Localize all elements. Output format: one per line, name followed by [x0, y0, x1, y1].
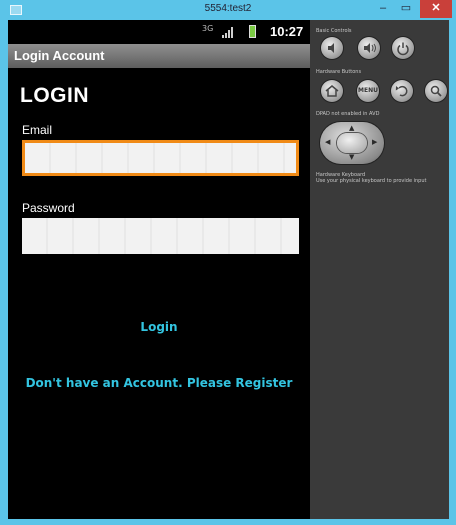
network-type-indicator: 3G [202, 24, 214, 33]
back-button[interactable] [391, 80, 413, 102]
emulator-controls-panel: Basic Controls Hardware Buttons MENU DPA… [310, 20, 449, 519]
basic-controls-label: Basic Controls [316, 28, 352, 34]
dpad-up-icon: ▲ [349, 124, 355, 132]
dpad-control[interactable]: ▲ ▼ ◀ ▶ [320, 122, 384, 164]
action-bar: Login Account [8, 44, 310, 68]
dpad-right-icon: ▶ [372, 138, 378, 146]
hardware-buttons-label: Hardware Buttons [316, 69, 362, 75]
close-button[interactable]: ✕ [420, 0, 452, 18]
volume-up-button[interactable] [358, 37, 380, 59]
maximize-button[interactable]: ▭ [395, 0, 417, 18]
emulator-window: 5554:test2 – ▭ ✕ 3G 10:27 Login Account … [0, 0, 456, 525]
window-titlebar[interactable]: 5554:test2 – ▭ ✕ [0, 0, 456, 20]
power-icon [397, 42, 409, 56]
battery-icon [249, 25, 256, 38]
search-icon [430, 85, 442, 97]
search-button[interactable] [425, 80, 447, 102]
signal-icon [222, 27, 234, 38]
volume-down-icon [328, 43, 334, 53]
volume-down-button[interactable] [321, 37, 343, 59]
page-title: LOGIN [20, 84, 89, 107]
dpad-label: DPAD not enabled in AVD [316, 111, 380, 117]
menu-button[interactable]: MENU [357, 80, 379, 102]
login-link[interactable]: Login [8, 320, 310, 334]
dpad-down-icon: ▼ [349, 153, 355, 161]
volume-up-icon [364, 43, 376, 53]
password-field[interactable] [22, 218, 299, 254]
dpad-center-button[interactable] [337, 133, 367, 153]
power-button[interactable] [392, 37, 414, 59]
home-icon [325, 85, 339, 97]
home-button[interactable] [321, 80, 343, 102]
password-label: Password [22, 201, 75, 215]
dpad-left-icon: ◀ [325, 138, 331, 146]
device-screen: 3G 10:27 Login Account LOGIN Email Passw… [8, 20, 310, 519]
status-bar: 3G 10:27 [8, 20, 310, 44]
minimize-button[interactable]: – [372, 0, 394, 18]
email-field[interactable] [22, 140, 299, 176]
keyboard-hint: Use your physical keyboard to provide in… [316, 178, 427, 184]
back-icon [395, 85, 408, 97]
status-time: 10:27 [270, 24, 304, 39]
email-label: Email [22, 123, 53, 137]
register-link[interactable]: Don't have an Account. Please Register [8, 376, 310, 390]
action-bar-title: Login Account [14, 48, 105, 63]
